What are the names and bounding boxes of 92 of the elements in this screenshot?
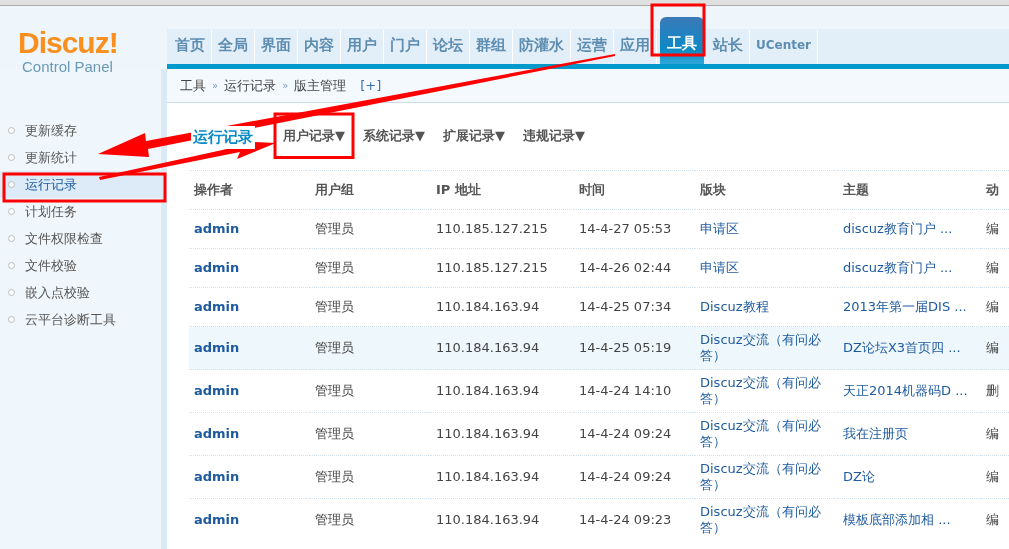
forum-link[interactable]: Discuz交流（有问必答）: [700, 504, 838, 537]
breadcrumb-item[interactable]: 运行记录: [224, 69, 277, 102]
table-cell: 管理员: [315, 340, 354, 355]
thread-link[interactable]: 2013年第一届DIS ...: [843, 299, 967, 314]
column-header: 时间: [574, 170, 695, 210]
sidebar-item[interactable]: 计划任务: [25, 204, 77, 219]
operator-link[interactable]: admin: [194, 512, 240, 528]
thread-link[interactable]: 我在注册页: [843, 426, 908, 441]
table-cell: 管理员: [315, 299, 354, 314]
forum-link[interactable]: 申请区: [700, 221, 838, 237]
bullet-icon: [8, 154, 15, 161]
table-cell: 管理员: [315, 260, 354, 275]
forum-link[interactable]: Discuz交流（有问必答）: [700, 418, 838, 450]
breadcrumb-item[interactable]: 工具: [180, 69, 206, 102]
table-cell: 管理员: [315, 221, 354, 236]
bullet-icon: [8, 316, 15, 323]
operator-link[interactable]: admin: [194, 469, 240, 484]
dropdown-menu-link[interactable]: 用户记录▼: [283, 126, 345, 146]
table-cell: 管理员: [315, 426, 354, 441]
table-cell: 14-4-24 09:23: [579, 512, 672, 528]
table-cell: 110.185.127.215: [436, 221, 548, 236]
table-cell: 110.184.163.94: [436, 469, 540, 484]
thread-link[interactable]: discuz教育门户 ...: [843, 221, 953, 236]
table-cell: 110.184.163.94: [436, 512, 540, 528]
table-cell: 14-4-24 09:24: [579, 426, 672, 441]
forum-link[interactable]: 申请区: [700, 260, 838, 276]
dropdown-menu-link[interactable]: 扩展记录▼: [443, 126, 505, 146]
logo-subtitle: Control Panel: [21, 58, 114, 76]
table-cell: 14-4-24 14:10: [579, 383, 672, 398]
thread-link[interactable]: 模板底部添加相 ...: [843, 512, 951, 528]
table-cell: 14-4-25 05:19: [579, 340, 672, 355]
table-cell: 管理员: [315, 383, 354, 398]
operator-link[interactable]: admin: [194, 340, 240, 355]
table-cell: 110.184.163.94: [436, 340, 540, 355]
forum-link[interactable]: Discuz交流（有问必答）: [700, 461, 838, 493]
operator-link[interactable]: admin: [194, 260, 240, 275]
sidebar-item[interactable]: 文件权限检查: [25, 231, 103, 246]
table-cell: 编: [986, 512, 999, 528]
operator-link[interactable]: admin: [194, 383, 240, 398]
forum-link[interactable]: Discuz教程: [700, 299, 838, 315]
table-cell: 110.185.127.215: [436, 260, 548, 275]
table-cell: 编: [986, 299, 999, 314]
sidebar-item[interactable]: 文件校验: [25, 258, 77, 273]
section-title: 运行记录: [191, 126, 255, 149]
annotation-box: [650, 3, 706, 57]
bullet-icon: [8, 208, 15, 215]
thread-link[interactable]: DZ论: [843, 469, 875, 484]
sidebar-item[interactable]: 更新统计: [25, 150, 77, 165]
add-link[interactable]: [+]: [360, 69, 382, 102]
table-cell: 删: [986, 383, 999, 398]
table-cell: 编: [986, 426, 999, 441]
operator-link[interactable]: admin: [194, 426, 240, 441]
thread-link[interactable]: discuz教育门户 ...: [843, 260, 953, 275]
dropdown-menu-link[interactable]: 系统记录▼: [363, 126, 425, 146]
logo-title: Discuz!: [18, 28, 119, 58]
column-header: 版块: [695, 170, 838, 210]
bullet-icon: [8, 181, 15, 188]
column-header: 主题: [838, 170, 981, 210]
table-cell: 编: [986, 469, 999, 484]
table-cell: 110.184.163.94: [436, 299, 540, 314]
nav-tab[interactable]: 工具: [660, 17, 704, 64]
table-cell: 编: [986, 260, 999, 275]
sidebar-item[interactable]: 更新缓存: [25, 123, 77, 138]
operator-link[interactable]: admin: [194, 299, 240, 314]
breadcrumb-item[interactable]: 版主管理: [294, 69, 347, 102]
sidebar-item[interactable]: 云平台诊断工具: [25, 312, 116, 327]
column-header: 用户组: [310, 170, 431, 210]
table-cell: 编: [986, 340, 999, 355]
dropdown-menu-link[interactable]: 违规记录▼: [523, 126, 585, 146]
bullet-icon: [8, 127, 15, 134]
column-header: 操作者: [189, 170, 310, 210]
column-header: 动: [981, 170, 1009, 210]
forum-link[interactable]: Discuz交流（有问必答）: [700, 375, 838, 407]
sidebar-item[interactable]: 运行记录: [25, 177, 77, 192]
operator-link[interactable]: admin: [194, 221, 240, 236]
column-header: IP 地址: [431, 170, 574, 210]
sidebar-item[interactable]: 嵌入点校验: [25, 285, 90, 300]
bullet-icon: [8, 262, 15, 269]
breadcrumb-separator: »: [282, 79, 289, 93]
table-cell: 110.184.163.94: [436, 426, 540, 441]
table-cell: 14-4-27 05:53: [579, 221, 672, 236]
table-cell: 14-4-24 09:24: [579, 469, 672, 484]
bullet-icon: [8, 289, 15, 296]
thread-link[interactable]: 天正2014机器码D ...: [843, 383, 968, 398]
bullet-icon: [8, 235, 15, 242]
breadcrumb-separator: »: [212, 79, 219, 93]
table-cell: 管理员: [315, 512, 354, 528]
table-cell: 管理员: [315, 469, 354, 484]
table-cell: 14-4-25 07:34: [579, 299, 672, 314]
table-cell: 110.184.163.94: [436, 383, 540, 398]
table-cell: 编: [986, 221, 999, 236]
table-cell: 14-4-26 02:44: [579, 260, 672, 275]
